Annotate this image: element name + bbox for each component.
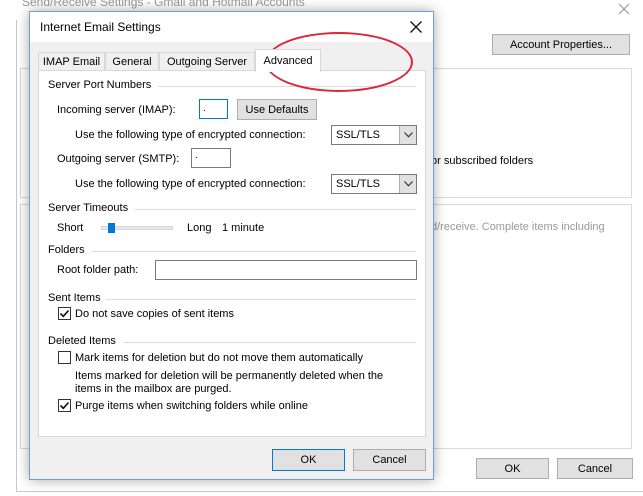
deletion-note-line1: Items marked for deletion will be perman… <box>75 370 384 382</box>
background-cancel-button[interactable]: Cancel <box>557 458 633 479</box>
timeout-short-label: Short <box>57 222 84 234</box>
checkmark-icon <box>59 309 70 318</box>
timeout-slider-thumb[interactable] <box>107 223 115 233</box>
do-not-save-label: Do not save copies of sent items <box>75 308 234 320</box>
outgoing-encryption-value: SSL/TLS <box>336 178 381 190</box>
incoming-encryption-select[interactable]: SSL/TLS <box>331 125 417 145</box>
dialog-titlebar: Internet Email Settings <box>30 12 433 42</box>
background-window-title: Send/Receive Settings - Gmail and Hotmai… <box>22 0 305 9</box>
tab-general[interactable]: General <box>105 52 159 71</box>
incoming-encryption-value: SSL/TLS <box>336 129 381 141</box>
deletion-note-line2: items in the mailbox are purged. <box>75 383 232 395</box>
advanced-tab-panel: Server Port Numbers Incoming server (IMA… <box>38 70 426 437</box>
mark-for-deletion-label: Mark items for deletion but do not move … <box>75 352 363 364</box>
account-properties-button[interactable]: Account Properties... <box>492 34 630 55</box>
timeout-long-label: Long <box>187 222 212 234</box>
tab-advanced[interactable]: Advanced <box>255 49 321 72</box>
chevron-down-icon[interactable] <box>399 126 416 144</box>
tab-outgoing-server[interactable]: Outgoing Server <box>159 52 255 71</box>
send-receive-text: d/receive. Complete items including <box>431 221 605 233</box>
server-timeouts-heading: Server Timeouts <box>48 202 129 214</box>
root-folder-label: Root folder path: <box>57 264 139 276</box>
server-ports-heading: Server Port Numbers <box>48 79 152 91</box>
internet-email-settings-dialog: Internet Email Settings IMAP Email Gener… <box>29 11 434 480</box>
do-not-save-checkbox[interactable] <box>58 307 71 320</box>
outgoing-server-label: Outgoing server (SMTP): <box>57 153 180 165</box>
outgoing-encryption-select[interactable]: SSL/TLS <box>331 174 417 194</box>
server-ports-separator <box>158 86 416 87</box>
timeout-value-label: 1 minute <box>222 222 265 234</box>
sent-items-heading: Sent Items <box>48 292 101 304</box>
checkmark-icon <box>59 401 70 410</box>
purge-items-label: Purge items when switching folders while… <box>75 400 308 412</box>
incoming-server-label: Incoming server (IMAP): <box>57 104 176 116</box>
chevron-down-icon[interactable] <box>399 175 416 193</box>
root-folder-input[interactable] <box>155 260 417 280</box>
subscribed-folders-text: or subscribed folders <box>431 155 534 167</box>
encryption-label-outgoing: Use the following type of encrypted conn… <box>75 178 306 190</box>
folders-heading: Folders <box>48 244 85 256</box>
outgoing-port-field[interactable]: · <box>191 148 231 168</box>
deleted-items-separator <box>123 342 416 343</box>
sent-items-separator <box>106 299 416 300</box>
background-ok-button[interactable]: OK <box>476 458 549 479</box>
mark-for-deletion-checkbox[interactable] <box>58 351 71 364</box>
deleted-items-heading: Deleted Items <box>48 335 116 347</box>
purge-items-checkbox[interactable] <box>58 399 71 412</box>
server-timeouts-separator <box>135 209 416 210</box>
background-close-icon[interactable] <box>617 2 631 16</box>
close-icon[interactable] <box>409 20 423 34</box>
ok-button[interactable]: OK <box>272 449 345 471</box>
dialog-title: Internet Email Settings <box>40 20 161 34</box>
cancel-button[interactable]: Cancel <box>353 449 426 471</box>
tab-imap-email[interactable]: IMAP Email <box>38 52 105 71</box>
encryption-label-incoming: Use the following type of encrypted conn… <box>75 129 306 141</box>
incoming-port-field[interactable]: . <box>199 99 228 119</box>
folders-separator <box>91 251 416 252</box>
use-defaults-button[interactable]: Use Defaults <box>237 99 317 120</box>
